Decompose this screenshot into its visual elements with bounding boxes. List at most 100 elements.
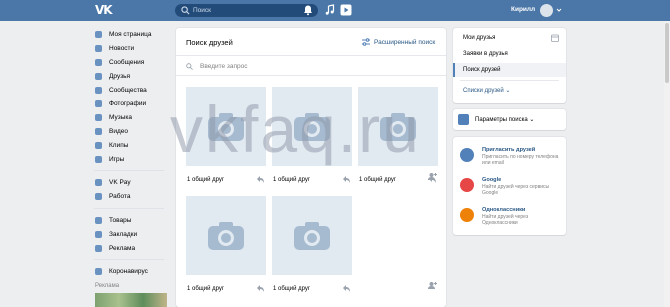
- sidebar-item[interactable]: Клипы: [92, 138, 170, 152]
- friend-card[interactable]: 1 общий друг: [186, 196, 266, 292]
- sidebar-item[interactable]: Фотографии: [92, 97, 170, 111]
- ad-image[interactable]: [95, 293, 167, 307]
- menu-divider: [460, 80, 559, 81]
- chevron-down-icon: ⌄: [505, 88, 511, 94]
- left-sidebar: Моя страница Новости Сообщения Друзья Сообще…: [92, 28, 170, 279]
- filter-sliders-icon: [362, 38, 370, 46]
- music-note-icon[interactable]: [324, 4, 336, 16]
- sidebar-item-label: Закладки: [109, 230, 138, 238]
- sidebar-item-label: Видео: [109, 127, 128, 135]
- top-bar: VK Кирилл: [0, 0, 670, 21]
- scrollbar[interactable]: [664, 21, 670, 307]
- music-icon: [95, 114, 102, 122]
- camera-icon: [208, 113, 244, 141]
- mutual-friends-count[interactable]: 1 общий друг: [187, 177, 224, 183]
- search-icon: [186, 63, 193, 70]
- odnoklassniki-icon: [460, 208, 474, 222]
- sidebar-item[interactable]: Моя страница: [92, 28, 170, 42]
- sidebar-item[interactable]: Видео: [92, 125, 170, 139]
- vkpay-icon: [95, 179, 102, 187]
- video-icon: [95, 127, 102, 135]
- bookmarks-icon: [95, 230, 102, 238]
- sidebar-item[interactable]: Коронавирус: [92, 265, 170, 279]
- mutual-friends-count[interactable]: 1 общий друг: [273, 286, 310, 292]
- friend-photo-placeholder[interactable]: [186, 87, 266, 166]
- friend-photo-placeholder[interactable]: [358, 87, 438, 166]
- sidebar-item[interactable]: Закладки: [92, 227, 170, 241]
- chevron-down-icon[interactable]: [556, 7, 562, 13]
- user-name[interactable]: Кирилл: [511, 6, 535, 13]
- sidebar-item[interactable]: Товары: [92, 214, 170, 228]
- communities-icon: [95, 86, 102, 94]
- sidebar-item[interactable]: Игры: [92, 152, 170, 166]
- sidebar-divider: [94, 169, 164, 171]
- sidebar-item[interactable]: Сообщения: [92, 56, 170, 70]
- invite-option-title: Пригласить друзей: [482, 147, 536, 153]
- mutual-friends-count[interactable]: 1 общий друг: [187, 286, 224, 292]
- friends-menu-item-label: Поиск друзей: [463, 67, 501, 73]
- sidebar-item-label: Игры: [109, 155, 125, 163]
- search-params-button[interactable]: Параметры поиска ⌄: [453, 109, 566, 130]
- friends-menu-item[interactable]: Заявки в друзья: [453, 47, 566, 61]
- reply-arrow-icon[interactable]: [256, 175, 265, 184]
- goods-icon: [95, 216, 102, 224]
- sidebar-divider: [94, 258, 164, 260]
- camera-icon: [294, 113, 330, 141]
- sidebar-item-label: Моя страница: [109, 31, 152, 39]
- mutual-friends-count[interactable]: 1 общий друг: [359, 177, 396, 183]
- coronavirus-icon: [95, 268, 102, 276]
- top-search-input[interactable]: [193, 4, 313, 17]
- reply-arrow-icon[interactable]: [342, 175, 351, 184]
- invite-option-desc: Пригласить по номеру телефона или email: [482, 154, 559, 166]
- friend-card[interactable]: 1 общий друг: [272, 87, 352, 183]
- advanced-search-label: Расширенный поиск: [374, 38, 436, 46]
- add-friend-icon[interactable]: [428, 281, 437, 290]
- friends-menu-item[interactable]: Поиск друзей: [453, 63, 566, 77]
- friend-card[interactable]: 1 общий друг: [272, 196, 352, 292]
- friend-search-panel: Поиск друзей Расширенный поиск 1 общий д…: [176, 28, 446, 307]
- invite-option[interactable]: Пригласить друзей Пригласить по номеру т…: [453, 144, 566, 174]
- reply-arrow-icon[interactable]: [256, 284, 265, 293]
- friend-card[interactable]: 1 общий друг: [186, 87, 266, 183]
- sidebar-item[interactable]: Друзья: [92, 69, 170, 83]
- friend-card[interactable]: 1 общий друг: [358, 87, 438, 183]
- friend-search-input[interactable]: [200, 59, 430, 73]
- invite-option[interactable]: Google Найти друзей через сервисы Google: [453, 174, 566, 204]
- invite-option-title: Google: [482, 177, 502, 183]
- sidebar-item-label: Новости: [109, 45, 135, 53]
- friend-photo-placeholder[interactable]: [272, 196, 352, 275]
- play-icon[interactable]: [340, 4, 352, 16]
- advanced-search-link[interactable]: Расширенный поиск: [362, 36, 435, 48]
- sidebar-item[interactable]: Новости: [92, 42, 170, 56]
- camera-icon: [294, 222, 330, 250]
- friends-menu-item[interactable]: Мои друзья: [453, 31, 566, 45]
- friend-photo-placeholder[interactable]: [272, 87, 352, 166]
- friend-search-bar[interactable]: [176, 55, 446, 76]
- invite-option-title: Одноклассники: [482, 207, 526, 213]
- user-avatar[interactable]: [540, 4, 553, 17]
- notifications-bell-icon[interactable]: [302, 4, 314, 16]
- sidebar-item-label: Сообщения: [109, 58, 145, 66]
- work-icon: [95, 193, 102, 201]
- scrollbar-thumb[interactable]: [665, 23, 669, 83]
- vk-logo[interactable]: VK: [95, 4, 114, 17]
- sidebar-item-label: Клипы: [109, 141, 129, 149]
- camera-icon: [208, 222, 244, 250]
- sidebar-item-label: VK Pay: [109, 179, 131, 187]
- invite-option[interactable]: Одноклассники Найти друзей через Однокла…: [453, 204, 566, 234]
- sidebar-item[interactable]: Сообщества: [92, 83, 170, 97]
- sidebar-item[interactable]: Работа: [92, 190, 170, 204]
- sidebar-item[interactable]: VK Pay: [92, 176, 170, 190]
- friends-menu: Списки друзей ⌄ Мои друзья Заявки в друзь…: [453, 28, 566, 103]
- add-friend-icon[interactable]: [428, 172, 437, 181]
- google-icon: [460, 178, 474, 192]
- ads-icon: [95, 244, 102, 252]
- reply-arrow-icon[interactable]: [342, 284, 351, 293]
- mutual-friends-count[interactable]: 1 общий друг: [273, 177, 310, 183]
- friend-lists-link[interactable]: Списки друзей ⌄: [463, 87, 510, 94]
- top-search[interactable]: [175, 4, 318, 17]
- sidebar-item[interactable]: Музыка: [92, 111, 170, 125]
- friend-photo-placeholder[interactable]: [186, 196, 266, 275]
- sidebar-item[interactable]: Реклама: [92, 241, 170, 255]
- friend-lists-label: Списки друзей: [463, 88, 504, 94]
